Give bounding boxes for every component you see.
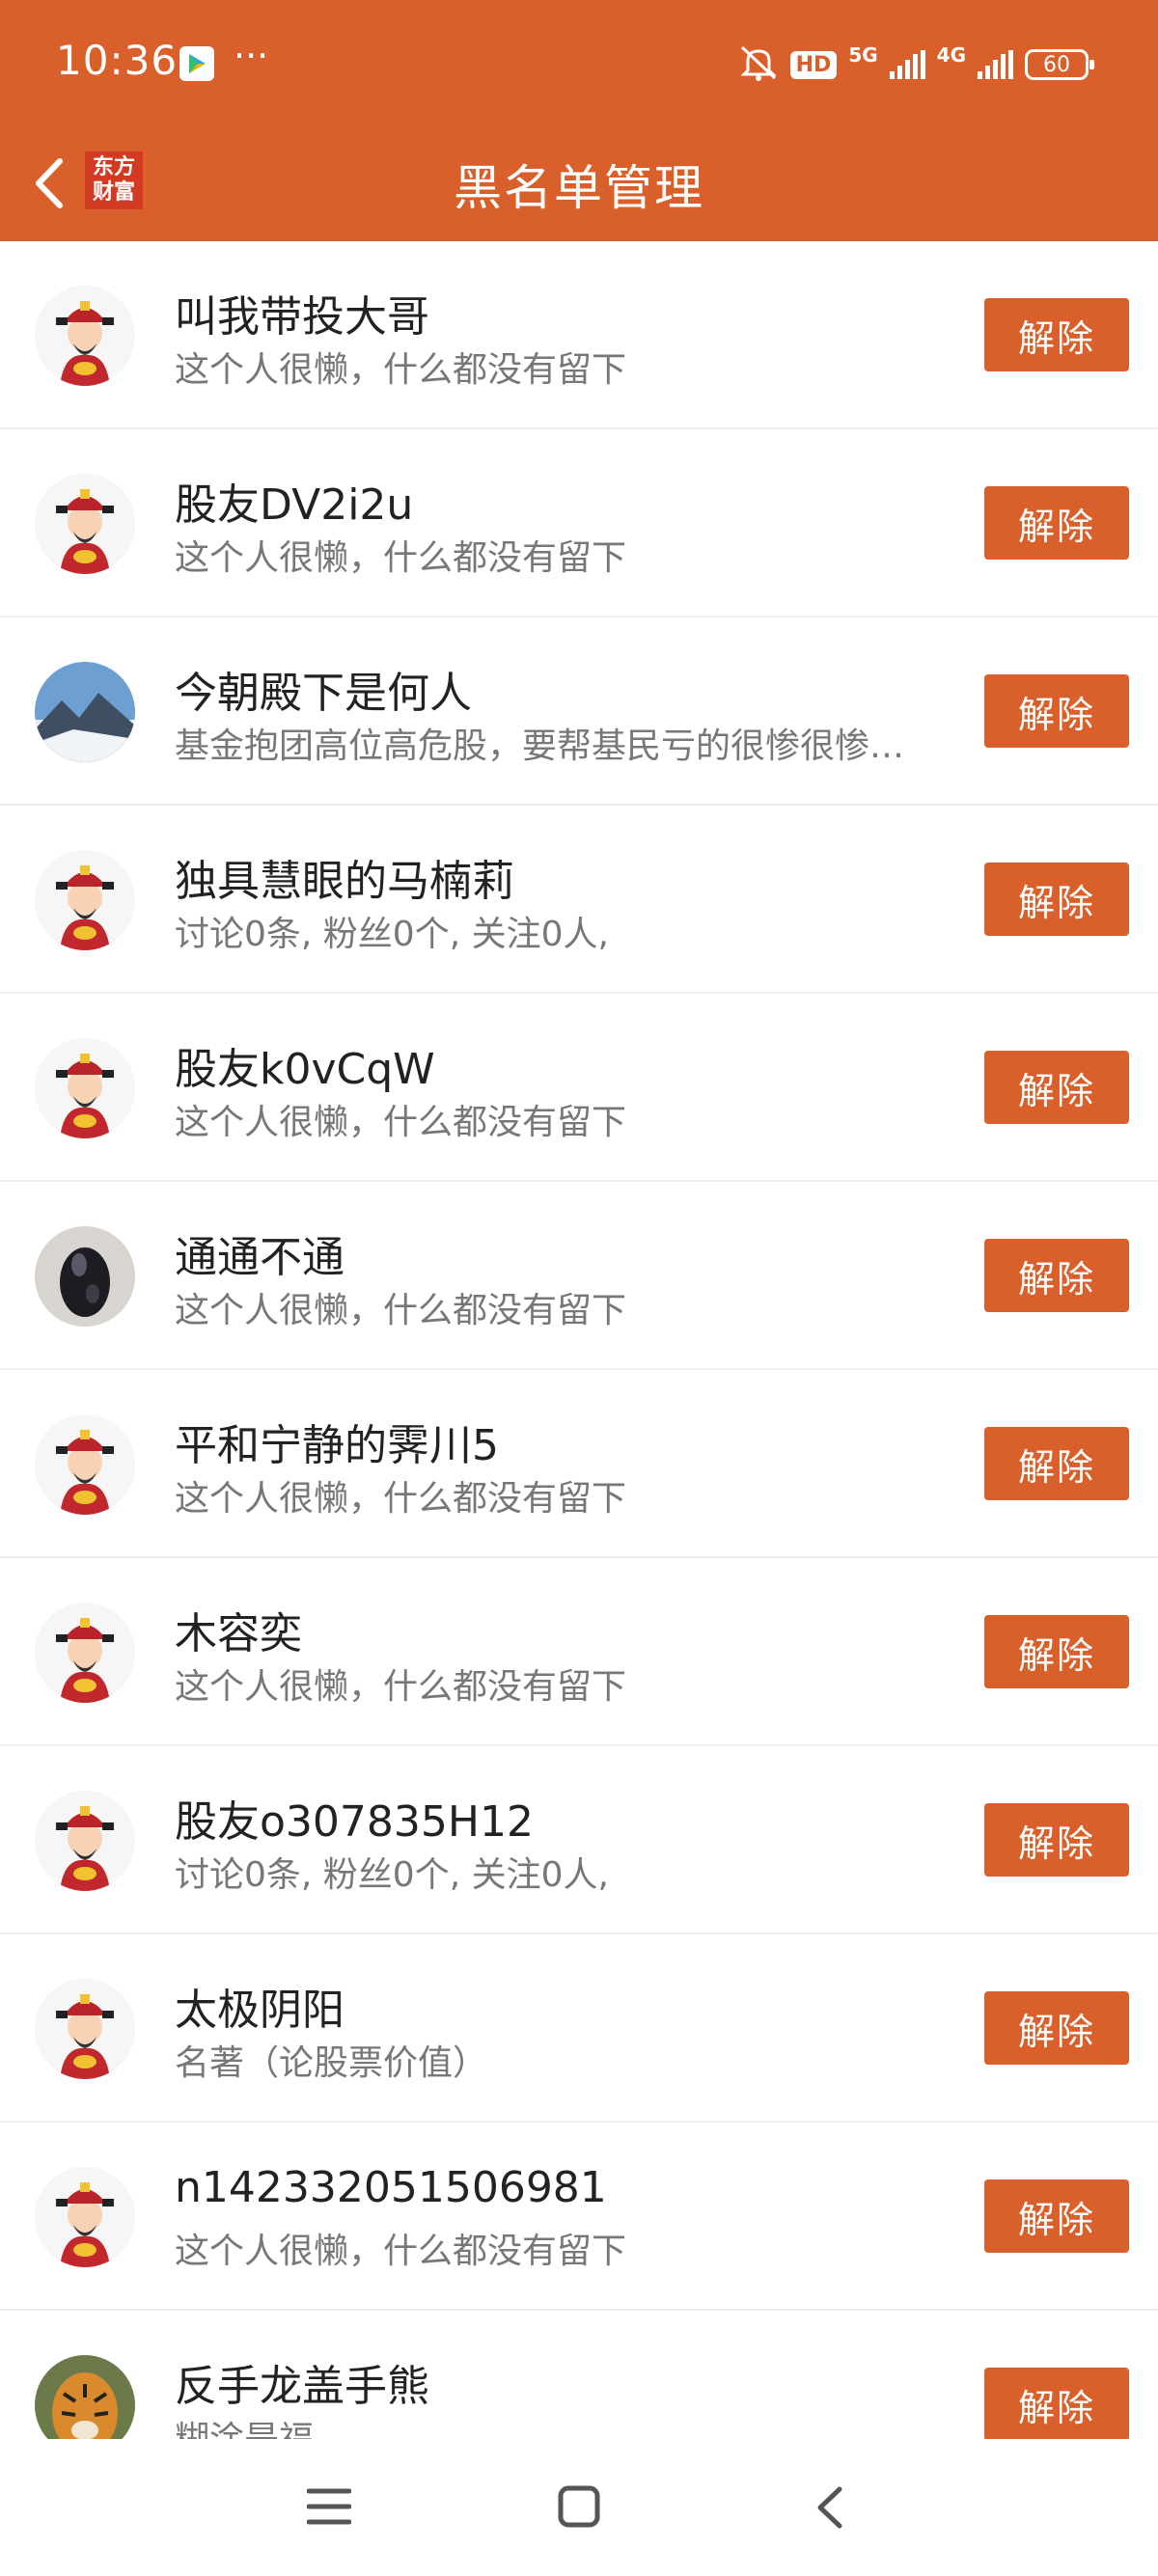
unblock-button[interactable]: 解除 <box>984 863 1129 936</box>
unblock-button[interactable]: 解除 <box>984 1051 1129 1124</box>
user-description: 名著（论股票价值） <box>175 2043 488 2083</box>
status-time: 10:36 <box>56 37 179 84</box>
list-item[interactable]: 平和宁静的霁川5 这个人很懒，什么都没有留下 解除 <box>0 1370 1158 1558</box>
page-title: 黑名单管理 <box>454 160 704 216</box>
user-name: 太极阴阳 <box>175 1986 345 2035</box>
user-description: 这个人很懒，什么都没有留下 <box>175 1667 627 1707</box>
status-icons: HD 5G 4G 60 <box>738 42 1094 87</box>
avatar[interactable] <box>35 850 135 950</box>
user-description: 讨论0条, 粉丝0个, 关注0人, <box>175 1855 609 1895</box>
avatar[interactable] <box>35 1226 135 1327</box>
app-logo: 东方 财富 <box>85 151 143 209</box>
list-item[interactable]: n142332051506981 这个人很懒，什么都没有留下 解除 <box>0 2123 1158 2311</box>
avatar[interactable] <box>35 286 135 386</box>
hd-badge: HD <box>789 50 838 79</box>
unblock-button[interactable]: 解除 <box>984 1991 1129 2065</box>
list-item[interactable]: 叫我带投大哥这个人很懒，什么都没有留下 解除 <box>0 241 1158 429</box>
user-name: 股友DV2i2u <box>175 480 414 530</box>
home-icon[interactable] <box>558 2485 600 2532</box>
menu-icon[interactable] <box>306 2487 352 2530</box>
list-item[interactable]: 股友k0vCqW 这个人很懒，什么都没有留下 解除 <box>0 994 1158 1182</box>
user-name: 通通不通 <box>175 1233 345 1282</box>
avatar[interactable] <box>35 1979 135 2079</box>
unblock-button[interactable]: 解除 <box>984 2179 1129 2253</box>
list-item[interactable]: 独具慧眼的马楠莉讨论0条, 粉丝0个, 关注0人, 解除 <box>0 806 1158 994</box>
user-description: 讨论0条, 粉丝0个, 关注0人, <box>175 915 609 954</box>
avatar[interactable] <box>35 2167 135 2267</box>
unblock-button[interactable]: 解除 <box>984 1239 1129 1312</box>
avatar[interactable] <box>35 1414 135 1515</box>
avatar[interactable] <box>35 2355 135 2439</box>
avatar[interactable] <box>35 1791 135 1891</box>
list-item[interactable]: 今朝殿下是何人基金抱团高位高危股，要帮基民亏的很惨很惨… 解除 <box>0 617 1158 806</box>
user-name: 股友k0vCqW <box>175 1045 435 1094</box>
unblock-button[interactable]: 解除 <box>984 486 1129 560</box>
list-item[interactable]: 股友DV2i2u 这个人很懒，什么都没有留下 解除 <box>0 429 1158 617</box>
unblock-button[interactable]: 解除 <box>984 298 1129 371</box>
net-4g-label: 4G <box>936 43 966 67</box>
user-name: 今朝殿下是何人 <box>175 669 472 718</box>
user-description: 这个人很懒，什么都没有留下 <box>175 1103 627 1142</box>
user-name: 股友o307835H12 <box>175 1797 534 1847</box>
more-notifications-icon: ··· <box>234 35 269 77</box>
blacklist: 叫我带投大哥 这个人很懒，什么都没有留下 解除 股友DV2i2u 这个人很懒，什么都没有… <box>0 241 1158 2439</box>
unblock-button[interactable]: 解除 <box>984 674 1129 748</box>
user-name: 反手龙盖手熊 <box>175 2362 429 2411</box>
signal-5g-icon <box>889 50 925 79</box>
signal-4g-icon <box>978 50 1013 79</box>
unblock-button[interactable]: 解除 <box>984 1427 1129 1500</box>
net-5g-label: 5G <box>848 43 878 67</box>
avatar[interactable] <box>35 1038 135 1138</box>
header: 黑名单管理 东方 财富 <box>0 130 1158 241</box>
status-bar: 10:36 ··· HD 5G 4G 60 <box>0 0 1158 130</box>
user-name: 木容奕 <box>175 1609 302 1658</box>
user-description: 这个人很懒，什么都没有留下 <box>175 2232 627 2271</box>
list-item[interactable]: 通通不通这个人很懒，什么都没有留下 解除 <box>0 1182 1158 1370</box>
list-item[interactable]: 反手龙盖手熊糊涂是福 解除 <box>0 2311 1158 2439</box>
user-name: 叫我带投大哥 <box>175 292 429 342</box>
user-name: 平和宁静的霁川5 <box>175 1421 499 1470</box>
unblock-button[interactable]: 解除 <box>984 1803 1129 1877</box>
play-store-icon <box>179 46 214 81</box>
avatar[interactable] <box>35 662 135 762</box>
user-name: 独具慧眼的马楠莉 <box>175 857 514 906</box>
user-description: 这个人很懒，什么都没有留下 <box>175 350 627 390</box>
user-description: 这个人很懒，什么都没有留下 <box>175 1291 627 1330</box>
unblock-button[interactable]: 解除 <box>984 1615 1129 1688</box>
list-item[interactable]: 木容奕这个人很懒，什么都没有留下 解除 <box>0 1558 1158 1746</box>
avatar[interactable] <box>35 1603 135 1703</box>
user-name: n142332051506981 <box>175 2163 607 2212</box>
battery-icon: 60 <box>1025 49 1094 80</box>
nav-back-icon[interactable] <box>811 2485 849 2534</box>
mute-icon <box>738 43 779 86</box>
list-item[interactable]: 股友o307835H12 讨论0条, 粉丝0个, 关注0人, 解除 <box>0 1746 1158 1934</box>
avatar[interactable] <box>35 474 135 574</box>
user-description: 这个人很懒，什么都没有留下 <box>175 1479 627 1519</box>
top-bar: 10:36 ··· HD 5G 4G 60 黑名单管理 东方 财富 <box>0 0 1158 241</box>
user-description: 这个人很懒，什么都没有留下 <box>175 538 627 578</box>
list-item[interactable]: 太极阴阳名著（论股票价值） 解除 <box>0 1934 1158 2123</box>
user-description: 糊涂是福 <box>175 2411 314 2439</box>
battery-level: 60 <box>1043 52 1070 77</box>
system-nav-bar <box>0 2439 1158 2576</box>
user-description: 基金抱团高位高危股，要帮基民亏的很惨很惨… <box>175 726 905 766</box>
logo-line-1: 东方 <box>92 155 135 179</box>
unblock-button[interactable]: 解除 <box>984 2368 1129 2439</box>
logo-line-2: 财富 <box>92 180 135 205</box>
back-arrow-icon[interactable] <box>19 150 87 217</box>
